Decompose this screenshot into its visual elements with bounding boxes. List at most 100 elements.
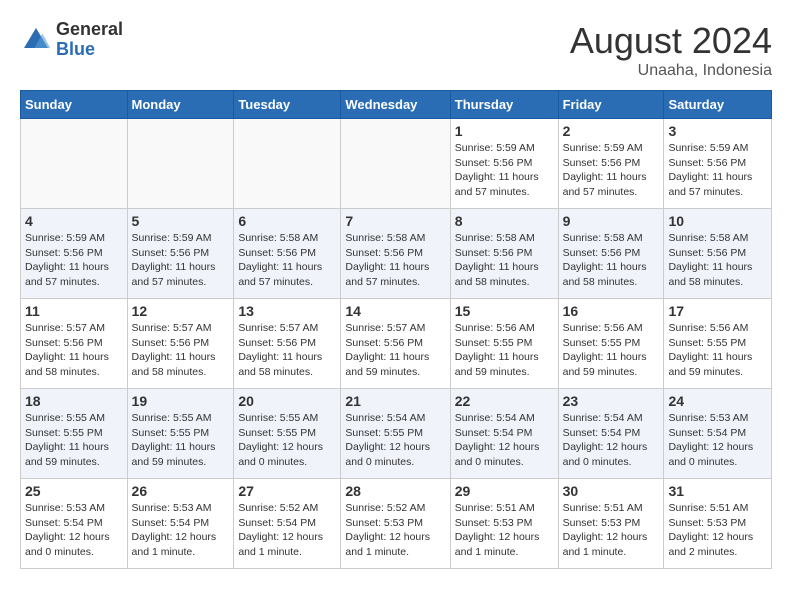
day-info: Sunrise: 5:53 AM Sunset: 5:54 PM Dayligh… bbox=[25, 501, 123, 560]
header-tuesday: Tuesday bbox=[234, 91, 341, 119]
table-row: 30 Sunrise: 5:51 AM Sunset: 5:53 PM Dayli… bbox=[558, 479, 664, 569]
table-row: 2Sunrise: 5:59 AM Sunset: 5:56 PM Daylig… bbox=[558, 119, 664, 209]
day-info: Sunrise: 5:51 AM Sunset: 5:53 PM Dayligh… bbox=[668, 501, 767, 560]
header-friday: Friday bbox=[558, 91, 664, 119]
table-row: 28 Sunrise: 5:52 AM Sunset: 5:53 PM Dayli… bbox=[341, 479, 450, 569]
table-row: 3 Sunrise: 5:59 AM Sunset: 5:56 PM Daylig… bbox=[664, 119, 772, 209]
calendar-table: Sunday Monday Tuesday Wednesday Thursday… bbox=[20, 90, 772, 569]
day-info: Sunrise: 5:58 AM Sunset: 5:56 PM Dayligh… bbox=[668, 231, 767, 290]
table-row: 24 Sunrise: 5:53 AM Sunset: 5:54 PM Dayli… bbox=[664, 389, 772, 479]
day-number: 28 bbox=[345, 483, 445, 499]
day-number: 17 bbox=[668, 303, 767, 319]
table-row: 14Sunrise: 5:57 AM Sunset: 5:56 PM Dayli… bbox=[341, 299, 450, 389]
calendar-week-1: 1 Sunrise: 5:59 AM Sunset: 5:56 PM Daylig… bbox=[21, 119, 772, 209]
day-info: Sunrise: 5:58 AM Sunset: 5:56 PM Dayligh… bbox=[455, 231, 554, 290]
day-number: 22 bbox=[455, 393, 554, 409]
day-number: 25 bbox=[25, 483, 123, 499]
day-info: Sunrise: 5:52 AM Sunset: 5:53 PM Dayligh… bbox=[345, 501, 445, 560]
day-number: 8 bbox=[455, 213, 554, 229]
day-number: 24 bbox=[668, 393, 767, 409]
day-info: Sunrise: 5:59 AM Sunset: 5:56 PM Dayligh… bbox=[563, 141, 660, 200]
day-number: 21 bbox=[345, 393, 445, 409]
table-row: 1Sunrise: 5:59 AM Sunset: 5:56 PM Daylig… bbox=[450, 119, 558, 209]
day-info: Sunrise: 5:51 AM Sunset: 5:53 PM Dayligh… bbox=[563, 501, 660, 560]
day-number: 1 bbox=[455, 123, 554, 139]
day-info: Sunrise: 5:56 AM Sunset: 5:55 PM Dayligh… bbox=[455, 321, 554, 380]
day-number: 31 bbox=[668, 483, 767, 499]
location-subtitle: Unaaha, Indonesia bbox=[570, 62, 772, 80]
table-row: 18Sunrise: 5:55 AM Sunset: 5:55 PM Dayli… bbox=[21, 389, 128, 479]
title-block: August 2024 Unaaha, Indonesia bbox=[570, 20, 772, 80]
table-row: 8 Sunrise: 5:58 AM Sunset: 5:56 PM Daylig… bbox=[450, 209, 558, 299]
table-row: 6 Sunrise: 5:58 AM Sunset: 5:56 PM Daylig… bbox=[234, 209, 341, 299]
day-info: Sunrise: 5:53 AM Sunset: 5:54 PM Dayligh… bbox=[668, 411, 767, 470]
day-info: Sunrise: 5:55 AM Sunset: 5:55 PM Dayligh… bbox=[25, 411, 123, 470]
day-number: 13 bbox=[238, 303, 336, 319]
day-number: 26 bbox=[132, 483, 230, 499]
day-number: 23 bbox=[563, 393, 660, 409]
calendar-week-2: 4 Sunrise: 5:59 AM Sunset: 5:56 PM Daylig… bbox=[21, 209, 772, 299]
day-number: 29 bbox=[455, 483, 554, 499]
day-number: 5 bbox=[132, 213, 230, 229]
calendar-week-4: 18Sunrise: 5:55 AM Sunset: 5:55 PM Dayli… bbox=[21, 389, 772, 479]
day-info: Sunrise: 5:52 AM Sunset: 5:54 PM Dayligh… bbox=[238, 501, 336, 560]
table-row: 19 Sunrise: 5:55 AM Sunset: 5:55 PM Dayli… bbox=[127, 389, 234, 479]
table-row: 17 Sunrise: 5:56 AM Sunset: 5:55 PM Dayli… bbox=[664, 299, 772, 389]
table-row: 4 Sunrise: 5:59 AM Sunset: 5:56 PM Daylig… bbox=[21, 209, 128, 299]
calendar-header-row: Sunday Monday Tuesday Wednesday Thursday… bbox=[21, 91, 772, 119]
day-number: 4 bbox=[25, 213, 123, 229]
day-number: 15 bbox=[455, 303, 554, 319]
table-row: 23Sunrise: 5:54 AM Sunset: 5:54 PM Dayli… bbox=[558, 389, 664, 479]
table-row: 21Sunrise: 5:54 AM Sunset: 5:55 PM Dayli… bbox=[341, 389, 450, 479]
table-row: 29 Sunrise: 5:51 AM Sunset: 5:53 PM Dayli… bbox=[450, 479, 558, 569]
day-info: Sunrise: 5:58 AM Sunset: 5:56 PM Dayligh… bbox=[563, 231, 660, 290]
day-info: Sunrise: 5:51 AM Sunset: 5:53 PM Dayligh… bbox=[455, 501, 554, 560]
header-wednesday: Wednesday bbox=[341, 91, 450, 119]
header-monday: Monday bbox=[127, 91, 234, 119]
logo-general-text: General bbox=[56, 20, 123, 40]
table-row: 25 Sunrise: 5:53 AM Sunset: 5:54 PM Dayli… bbox=[21, 479, 128, 569]
header-thursday: Thursday bbox=[450, 91, 558, 119]
day-number: 27 bbox=[238, 483, 336, 499]
day-info: Sunrise: 5:56 AM Sunset: 5:55 PM Dayligh… bbox=[563, 321, 660, 380]
day-info: Sunrise: 5:59 AM Sunset: 5:56 PM Dayligh… bbox=[132, 231, 230, 290]
table-row: 10Sunrise: 5:58 AM Sunset: 5:56 PM Dayli… bbox=[664, 209, 772, 299]
day-info: Sunrise: 5:58 AM Sunset: 5:56 PM Dayligh… bbox=[345, 231, 445, 290]
day-number: 14 bbox=[345, 303, 445, 319]
table-row: 7 Sunrise: 5:58 AM Sunset: 5:56 PM Daylig… bbox=[341, 209, 450, 299]
table-row: 15 Sunrise: 5:56 AM Sunset: 5:55 PM Dayli… bbox=[450, 299, 558, 389]
day-info: Sunrise: 5:53 AM Sunset: 5:54 PM Dayligh… bbox=[132, 501, 230, 560]
day-info: Sunrise: 5:57 AM Sunset: 5:56 PM Dayligh… bbox=[25, 321, 123, 380]
table-row: 12 Sunrise: 5:57 AM Sunset: 5:56 PM Dayli… bbox=[127, 299, 234, 389]
day-info: Sunrise: 5:57 AM Sunset: 5:56 PM Dayligh… bbox=[132, 321, 230, 380]
day-info: Sunrise: 5:57 AM Sunset: 5:56 PM Dayligh… bbox=[238, 321, 336, 380]
page-header: General Blue August 2024 Unaaha, Indones… bbox=[20, 20, 772, 80]
day-number: 7 bbox=[345, 213, 445, 229]
table-row bbox=[234, 119, 341, 209]
day-number: 12 bbox=[132, 303, 230, 319]
table-row: 27 Sunrise: 5:52 AM Sunset: 5:54 PM Dayli… bbox=[234, 479, 341, 569]
day-number: 11 bbox=[25, 303, 123, 319]
day-number: 19 bbox=[132, 393, 230, 409]
table-row: 5 Sunrise: 5:59 AM Sunset: 5:56 PM Daylig… bbox=[127, 209, 234, 299]
table-row: 31 Sunrise: 5:51 AM Sunset: 5:53 PM Dayli… bbox=[664, 479, 772, 569]
table-row: 16Sunrise: 5:56 AM Sunset: 5:55 PM Dayli… bbox=[558, 299, 664, 389]
day-number: 6 bbox=[238, 213, 336, 229]
day-info: Sunrise: 5:59 AM Sunset: 5:56 PM Dayligh… bbox=[668, 141, 767, 200]
day-info: Sunrise: 5:58 AM Sunset: 5:56 PM Dayligh… bbox=[238, 231, 336, 290]
logo-icon bbox=[20, 24, 52, 56]
table-row: 11 Sunrise: 5:57 AM Sunset: 5:56 PM Dayli… bbox=[21, 299, 128, 389]
calendar-week-3: 11 Sunrise: 5:57 AM Sunset: 5:56 PM Dayli… bbox=[21, 299, 772, 389]
table-row bbox=[341, 119, 450, 209]
day-info: Sunrise: 5:56 AM Sunset: 5:55 PM Dayligh… bbox=[668, 321, 767, 380]
day-info: Sunrise: 5:54 AM Sunset: 5:54 PM Dayligh… bbox=[455, 411, 554, 470]
table-row: 26 Sunrise: 5:53 AM Sunset: 5:54 PM Dayli… bbox=[127, 479, 234, 569]
day-info: Sunrise: 5:55 AM Sunset: 5:55 PM Dayligh… bbox=[132, 411, 230, 470]
day-number: 20 bbox=[238, 393, 336, 409]
day-number: 3 bbox=[668, 123, 767, 139]
day-info: Sunrise: 5:59 AM Sunset: 5:56 PM Dayligh… bbox=[25, 231, 123, 290]
table-row: 13 Sunrise: 5:57 AM Sunset: 5:56 PM Dayli… bbox=[234, 299, 341, 389]
logo: General Blue bbox=[20, 20, 123, 60]
day-number: 30 bbox=[563, 483, 660, 499]
table-row: 22 Sunrise: 5:54 AM Sunset: 5:54 PM Dayli… bbox=[450, 389, 558, 479]
